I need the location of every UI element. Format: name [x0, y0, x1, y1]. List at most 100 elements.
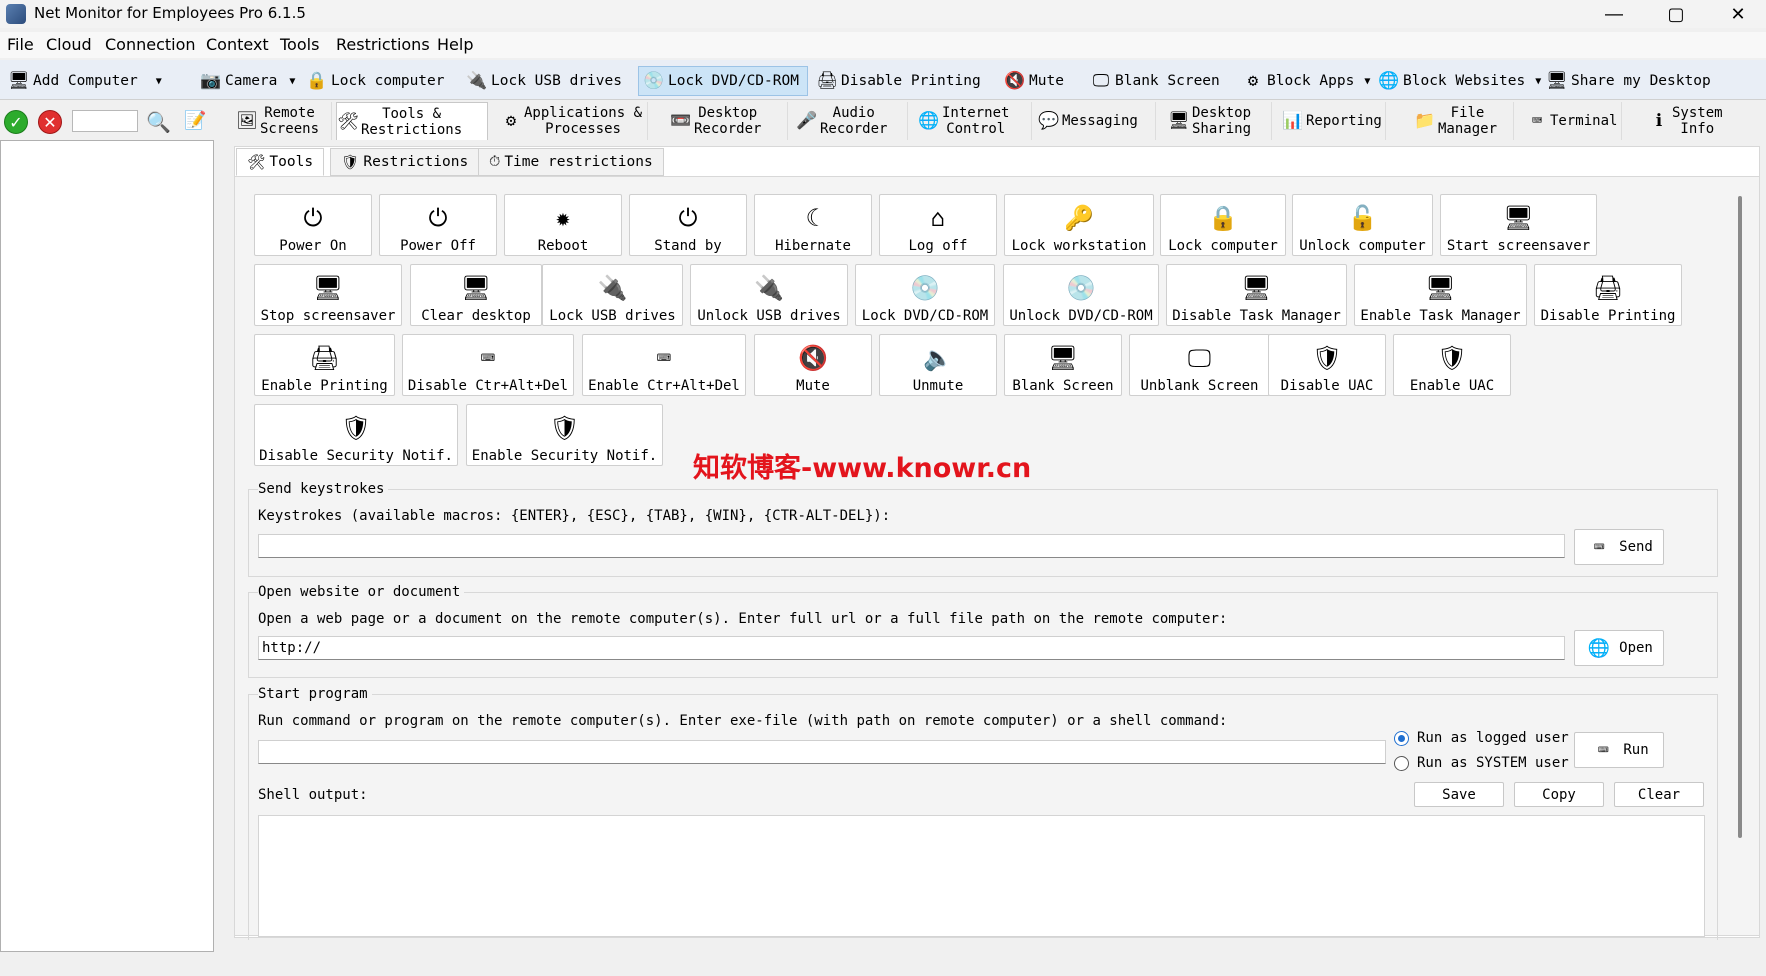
lock-computer-button[interactable]: 🔒 Lock computer: [306, 66, 444, 96]
close-button[interactable]: ✕: [1710, 0, 1766, 28]
tab-terminal[interactable]: ⌨ Terminal: [1526, 102, 1622, 140]
lock-computer-tool-button[interactable]: 🔒 Lock computer: [1160, 194, 1286, 256]
program-input[interactable]: [258, 740, 1386, 764]
mute-button[interactable]: 🔇 Mute: [1004, 66, 1064, 96]
mute-tool-button[interactable]: 🔇 Mute: [754, 334, 872, 396]
menu-cloud[interactable]: Cloud: [46, 35, 92, 54]
lock-usb-button[interactable]: 🔌 Lock USB drives: [466, 66, 622, 96]
app-icon: [6, 4, 26, 24]
reboot-button[interactable]: ✹ Reboot: [504, 194, 622, 256]
power-off-button[interactable]: ⏻ Power Off: [379, 194, 497, 256]
enable-printing-button[interactable]: 🖨 Enable Printing: [254, 334, 395, 396]
enable-task-manager-button[interactable]: 🖥 Enable Task Manager: [1354, 264, 1527, 326]
enable-security-notif-button[interactable]: 🛡 Enable Security Notif.: [466, 404, 663, 466]
subtab-tools[interactable]: 🛠 Tools: [236, 148, 325, 176]
run-as-logged-user-radio[interactable]: Run as logged user: [1394, 730, 1569, 746]
tab-system-info[interactable]: ℹ System Info: [1648, 102, 1744, 140]
url-input[interactable]: http://: [258, 636, 1565, 660]
security-shield-icon: 🛡: [340, 414, 372, 442]
menu-restrictions[interactable]: Restrictions: [336, 35, 430, 54]
camera-button[interactable]: 📷 Camera ▼: [200, 66, 295, 96]
clear-button[interactable]: Clear: [1614, 782, 1704, 807]
stand-by-button[interactable]: ⏻ Stand by: [629, 194, 747, 256]
add-computer-button[interactable]: 🖥 Add Computer ▼: [8, 66, 162, 96]
copy-button[interactable]: Copy: [1514, 782, 1604, 807]
disable-ctrl-alt-del-button[interactable]: ⌨ Disable Ctr+Alt+Del: [402, 334, 574, 396]
tab-reporting[interactable]: 📊 Reporting: [1282, 102, 1386, 140]
hibernate-button[interactable]: ☾ Hibernate: [754, 194, 872, 256]
tab-desktop-sharing[interactable]: 🖥 Desktop Sharing: [1168, 102, 1272, 140]
tool-label: Enable Ctr+Alt+Del: [588, 378, 740, 394]
open-label: Open: [1619, 640, 1653, 656]
disable-printing-button[interactable]: 🖨 Disable Printing: [816, 66, 980, 96]
search-icon[interactable]: 🔍: [146, 110, 171, 134]
chevron-down-icon[interactable]: ▼: [1535, 76, 1541, 87]
menu-connection[interactable]: Connection: [105, 35, 196, 54]
tab-applications[interactable]: ⚙ Applications & Processes: [500, 102, 648, 140]
chevron-down-icon[interactable]: ▼: [289, 76, 295, 87]
tab-file-manager[interactable]: 📁 File Manager: [1414, 102, 1514, 140]
disable-task-manager-button[interactable]: 🖥 Disable Task Manager: [1166, 264, 1347, 326]
edit-icon[interactable]: 📝: [184, 110, 206, 131]
disable-printing-tool-button[interactable]: 🖨 Disable Printing: [1534, 264, 1682, 326]
run-button[interactable]: ⌨ Run: [1574, 732, 1664, 768]
tab-tools-restrictions[interactable]: 🛠 Tools & Restrictions: [336, 102, 488, 140]
clear-desktop-button[interactable]: 🖥 Clear desktop: [410, 264, 542, 326]
lock-workstation-button[interactable]: 🔑 Lock workstation: [1004, 194, 1154, 256]
unmute-button[interactable]: 🔈 Unmute: [879, 334, 997, 396]
tab-remote-screens[interactable]: 🖼 Remote Screens: [236, 102, 332, 140]
blank-screen-button[interactable]: 🖵 Blank Screen: [1090, 66, 1220, 96]
tab-internet-control[interactable]: 🌐 Internet Control: [918, 102, 1032, 140]
send-button[interactable]: ⌨ Send: [1574, 529, 1664, 565]
enable-uac-button[interactable]: 🛡 Enable UAC: [1393, 334, 1511, 396]
unlock-dvd-button[interactable]: 💿 Unlock DVD/CD-ROM: [1003, 264, 1159, 326]
enable-ctrl-alt-del-button[interactable]: ⌨ Enable Ctr+Alt+Del: [582, 334, 746, 396]
keystrokes-input[interactable]: [258, 534, 1565, 558]
disable-uac-button[interactable]: 🛡 Disable UAC: [1268, 334, 1386, 396]
blank-screen-tool-button[interactable]: 🖥 Blank Screen: [1004, 334, 1122, 396]
unblank-screen-button[interactable]: 🖵 Unblank Screen: [1129, 334, 1270, 396]
save-button[interactable]: Save: [1414, 782, 1504, 807]
run-as-system-user-radio[interactable]: Run as SYSTEM user: [1394, 755, 1569, 771]
chevron-down-icon[interactable]: ▼: [156, 76, 162, 87]
accept-icon[interactable]: ✓: [4, 110, 28, 134]
cancel-icon[interactable]: ✕: [38, 110, 62, 134]
monitor-icon: 🖥: [460, 274, 492, 302]
minimize-button[interactable]: ―: [1586, 0, 1642, 28]
menu-context[interactable]: Context: [206, 35, 269, 54]
menu-help[interactable]: Help: [437, 35, 473, 54]
lock-dvd-button[interactable]: 💿 Lock DVD/CD-ROM: [638, 66, 808, 96]
main-toolbar: 🖥 Add Computer ▼ 📷 Camera ▼ 🔒 Lock computer 🔌…: [0, 60, 1766, 100]
vertical-scrollbar[interactable]: [1738, 196, 1742, 838]
menu-tools[interactable]: Tools: [280, 35, 319, 54]
log-off-button[interactable]: ⌂ Log off: [879, 194, 997, 256]
subtab-time-restrictions[interactable]: ⏱ Time restrictions: [478, 148, 664, 176]
share-desktop-button[interactable]: 🖥 Share my Desktop: [1546, 66, 1710, 96]
tab-audio-recorder[interactable]: 🎤 Audio Recorder: [796, 102, 908, 140]
open-button[interactable]: 🌐 Open: [1574, 630, 1664, 666]
menu-file[interactable]: File: [7, 35, 34, 54]
computer-filter-input[interactable]: [72, 110, 138, 132]
add-computer-icon: 🖥: [8, 71, 30, 91]
shell-output-area[interactable]: [258, 815, 1705, 937]
block-apps-button[interactable]: ⚙ Block Apps ▼: [1242, 66, 1370, 96]
stop-screensaver-button[interactable]: 🖥 Stop screensaver: [254, 264, 402, 326]
maximize-button[interactable]: ▢: [1648, 0, 1704, 28]
tab-label: Messaging: [1062, 113, 1138, 129]
chevron-down-icon[interactable]: ▼: [1364, 76, 1370, 87]
lock-dvd-tool-button[interactable]: 💿 Lock DVD/CD-ROM: [855, 264, 995, 326]
unlock-usb-button[interactable]: 🔌 Unlock USB drives: [690, 264, 848, 326]
computer-list[interactable]: [0, 140, 214, 952]
power-on-button[interactable]: ⏻ Power On: [254, 194, 372, 256]
tab-desktop-recorder[interactable]: 📼 Desktop Recorder: [670, 102, 788, 140]
disable-security-notif-button[interactable]: 🛡 Disable Security Notif.: [254, 404, 458, 466]
tab-messaging[interactable]: 💬 Messaging: [1038, 102, 1156, 140]
lock-usb-tool-button[interactable]: 🔌 Lock USB drives: [542, 264, 683, 326]
block-websites-button[interactable]: 🌐 Block Websites ▼: [1378, 66, 1541, 96]
camera-icon: 📷: [200, 71, 222, 91]
subtab-restrictions[interactable]: 🛡 Restrictions: [330, 148, 480, 176]
power-on-icon: ⏻: [303, 204, 323, 232]
unlock-computer-button[interactable]: 🔓 Unlock computer: [1292, 194, 1433, 256]
send-label: Send: [1619, 539, 1653, 555]
start-screensaver-button[interactable]: 🖥 Start screensaver: [1440, 194, 1597, 256]
